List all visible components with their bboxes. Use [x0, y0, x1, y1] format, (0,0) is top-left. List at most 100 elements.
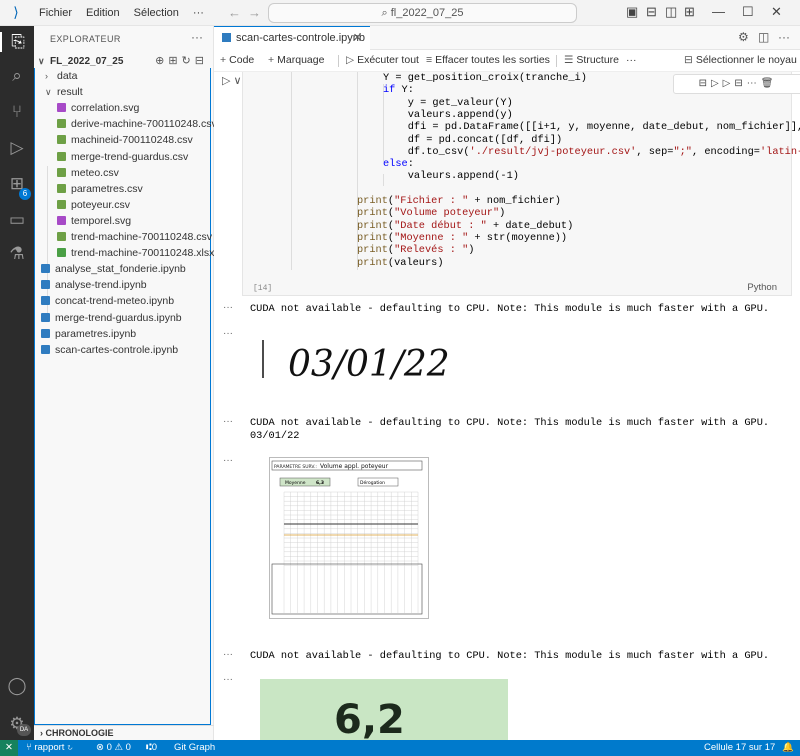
remote-explorer-icon[interactable]: ▭ — [0, 210, 34, 230]
close-tab-icon[interactable]: ✕ — [353, 27, 362, 49]
tree-label: parametres.csv — [71, 182, 143, 195]
tree-file[interactable]: scan-cartes-controle.ipynb — [41, 342, 178, 358]
csv-file-icon — [57, 199, 66, 209]
menu-edition[interactable]: Edition — [79, 7, 127, 19]
toolbar-more-icon[interactable]: ··· — [626, 54, 637, 66]
search-view-icon[interactable]: ⌕ — [0, 66, 34, 86]
notebook-settings-icon[interactable]: ⚙ — [738, 30, 749, 44]
remote-indicator-icon[interactable]: ✕ — [0, 740, 18, 756]
code-line: y = get_valeur(Y) — [383, 96, 513, 109]
code-cell[interactable]: ⊟▷▷⊟⋯🗑 Y = get_position_croix(tranche_i)… — [242, 72, 800, 296]
xl-file-icon — [57, 248, 66, 258]
code-line: print(valeurs) — [357, 256, 444, 269]
nb-file-icon — [41, 328, 50, 338]
output-menu-icon[interactable]: ··· — [223, 674, 233, 685]
add-markdown-button[interactable]: + Marquage — [268, 54, 324, 66]
more-actions-icon[interactable]: ··· — [778, 30, 790, 44]
nb-file-icon — [41, 296, 50, 306]
toggle-panel-icon[interactable]: ⊟ — [646, 4, 657, 20]
ports-indicator[interactable]: ⑆0 — [146, 740, 157, 756]
control-card-image: PARAMETRE SURV.: Volume appl. poteyeur M… — [269, 457, 429, 619]
code-line: valeurs.append(-1) — [383, 170, 519, 183]
run-all-button[interactable]: ▷ Exécuter tout — [346, 54, 419, 66]
cell-toolbar[interactable]: ⊟▷▷⊟⋯🗑 — [673, 74, 800, 94]
tree-file[interactable]: poteyeur.csv — [57, 197, 130, 213]
csv-file-icon — [57, 167, 66, 177]
control-card-figure: PARAMETRE SURV.: Volume appl. poteyeur M… — [271, 460, 423, 615]
tree-file[interactable]: merge-trend-guardus.csv — [57, 149, 188, 165]
tree-file[interactable]: parametres.csv — [57, 181, 143, 197]
customize-layout-icon[interactable]: ⊞ — [684, 4, 695, 20]
tree-file[interactable]: parametres.ipynb — [41, 326, 136, 342]
status-bar: ✕ ⑂ rapport ↻ ⊗ 0 ⚠ 0 ⑆0 Git Graph Cellu… — [0, 740, 800, 756]
extensions-badge: 6 — [19, 188, 31, 200]
clear-outputs-button[interactable]: ≡ Effacer toutes les sorties — [426, 54, 550, 66]
tree-file[interactable]: meteo.csv — [57, 165, 119, 181]
tree-file[interactable]: temporel.svg — [57, 213, 131, 229]
explorer-more-icon[interactable]: ··· — [191, 30, 203, 44]
run-debug-icon[interactable]: ▷ — [0, 138, 34, 158]
search-text: fl_2022_07_25 — [390, 7, 464, 19]
tab-scan-cartes-controle[interactable]: scan-cartes-controle.ipynb ✕ — [214, 26, 370, 50]
split-editor-icon[interactable]: ◫ — [758, 30, 769, 44]
output-menu-icon[interactable]: ··· — [223, 416, 233, 427]
tree-label: trend-machine-700110248.xlsx — [71, 247, 215, 260]
tree-label: trend-machine-700110248.csv — [71, 231, 213, 243]
select-kernel-button[interactable]: ⊟ Sélectionner le noyau — [684, 54, 797, 66]
tree-folder[interactable]: › data — [45, 68, 77, 84]
nav-forward-icon[interactable]: → — [248, 5, 261, 20]
tree-file[interactable]: analyse-trend.ipynb — [41, 277, 147, 293]
close-window-icon[interactable]: ✕ — [771, 4, 782, 20]
tree-label: analyse_stat_fonderie.ipynb — [55, 263, 186, 276]
maximize-icon[interactable]: ☐ — [742, 4, 754, 20]
svg-text:Volume appl. poteyeur: Volume appl. poteyeur — [320, 463, 389, 470]
git-graph-button[interactable]: Git Graph — [174, 740, 215, 756]
tree-file[interactable]: correlation.svg — [57, 100, 139, 116]
cell-language[interactable]: Python — [747, 282, 777, 293]
toggle-secondary-sidebar-icon[interactable]: ◫ — [665, 4, 677, 20]
output-menu-icon[interactable]: ··· — [223, 302, 233, 313]
menu-fichier[interactable]: Fichier — [32, 7, 79, 19]
tree-file[interactable]: machineid-700110248.csv — [57, 132, 193, 148]
tree-file[interactable]: trend-machine-700110248.csv — [57, 229, 212, 245]
tree-file[interactable]: trend-machine-700110248.xlsx — [57, 245, 214, 261]
menu-more[interactable]: ··· — [186, 7, 211, 19]
tree-file[interactable]: concat-trend-meteo.ipynb — [41, 293, 174, 309]
nav-back-icon[interactable]: ← — [228, 5, 241, 20]
workspace-folder-name: FL_2022_07_25 — [50, 56, 124, 67]
tree-label: derive-machine-700110248.csv — [71, 118, 217, 131]
code-line: df = pd.concat([df, dfi]) — [383, 133, 563, 146]
cell-position[interactable]: Cellule 17 sur 17 — [704, 740, 775, 756]
tree-file[interactable]: merge-trend-guardus.ipynb — [41, 310, 182, 326]
tree-label: temporel.svg — [71, 214, 132, 227]
add-code-button[interactable]: + Code — [220, 54, 254, 66]
git-branch[interactable]: ⑂ rapport ↻ — [26, 740, 73, 756]
run-cell-icon[interactable]: ▷ ∨ — [222, 74, 242, 87]
toggle-sidebar-icon[interactable]: ▣ — [626, 4, 638, 20]
tree-file[interactable]: analyse_stat_fonderie.ipynb — [41, 261, 186, 277]
output-menu-icon[interactable]: ··· — [223, 328, 233, 339]
svg-file-icon — [57, 103, 66, 113]
extensions-icon[interactable]: ⊞ 6 — [0, 174, 34, 200]
explorer-icon[interactable]: ⎘ — [0, 32, 34, 52]
source-control-icon[interactable]: ⑂ — [0, 102, 34, 122]
output-menu-icon[interactable]: ··· — [223, 649, 233, 660]
command-center-search[interactable]: ⌕ fl_2022_07_25 — [268, 3, 577, 23]
problems-indicator[interactable]: ⊗ 0 ⚠ 0 — [96, 740, 131, 756]
menu-selection[interactable]: Sélection — [127, 7, 186, 19]
account-icon[interactable]: ◯ — [0, 676, 34, 696]
tree-file[interactable]: derive-machine-700110248.csv — [57, 116, 217, 132]
tree-label: scan-cartes-controle.ipynb — [55, 343, 179, 356]
output-menu-icon[interactable]: ··· — [223, 455, 233, 466]
svg-text:PARAMETRE SURV.:: PARAMETRE SURV.: — [274, 464, 317, 470]
notifications-bell-icon[interactable]: 🔔 — [782, 740, 794, 756]
outline-button[interactable]: ☰ Structure — [564, 54, 619, 66]
output-date-text: 03/01/22 — [250, 430, 300, 442]
tree-label: result — [57, 86, 83, 99]
testing-icon[interactable]: ⚗ — [0, 244, 34, 264]
settings-gear-icon[interactable]: ⚙ DA — [0, 714, 34, 736]
code-line: print("Relevés : ") — [357, 244, 475, 257]
timeline-section[interactable]: › CHRONOLOGIE — [34, 725, 214, 740]
tree-folder[interactable]: ∨ result — [45, 84, 83, 100]
minimize-icon[interactable]: — — [712, 4, 725, 19]
